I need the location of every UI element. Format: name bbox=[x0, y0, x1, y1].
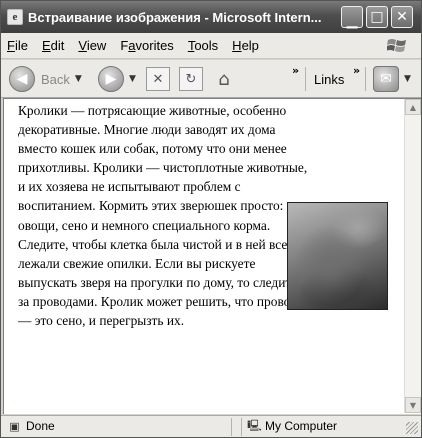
back-button[interactable]: ◀ Back ▼ bbox=[9, 66, 82, 92]
refresh-icon: ↻ bbox=[179, 67, 203, 91]
minimize-icon: ▁ bbox=[346, 13, 358, 29]
page-done-icon: ▣ bbox=[9, 420, 20, 433]
forward-arrow-icon: ▶ bbox=[98, 66, 124, 92]
computer-zone-icon: 🖳 bbox=[247, 419, 262, 432]
maximize-icon: □ bbox=[370, 9, 384, 25]
stop-icon: ✕ bbox=[146, 67, 170, 91]
forward-dropdown-icon[interactable]: ▼ bbox=[129, 74, 136, 84]
refresh-button[interactable]: ↻ bbox=[179, 67, 203, 91]
stop-button[interactable]: ✕ bbox=[146, 67, 170, 91]
status-separator bbox=[241, 418, 242, 436]
menu-help[interactable]: Help bbox=[232, 38, 259, 53]
vertical-scrollbar[interactable]: ▲ ▼ bbox=[404, 99, 421, 413]
scroll-down-icon: ▼ bbox=[409, 400, 417, 410]
menu-favorites[interactable]: Favorites bbox=[120, 38, 173, 53]
messenger-button[interactable]: ✉ ▼ bbox=[373, 66, 411, 92]
scroll-up-icon: ▲ bbox=[409, 102, 417, 112]
minimize-button[interactable]: ▁ bbox=[341, 6, 363, 29]
messenger-icon: ✉ bbox=[373, 66, 399, 92]
security-zone-text: My Computer bbox=[265, 419, 338, 433]
maximize-button[interactable]: □ bbox=[366, 6, 388, 28]
back-arrow-icon: ◀ bbox=[9, 66, 35, 92]
rabbit-photo bbox=[287, 202, 388, 310]
status-separator bbox=[231, 418, 232, 436]
scroll-up-button[interactable]: ▲ bbox=[405, 99, 421, 115]
windows-logo-icon bbox=[387, 39, 406, 52]
browser-window: e Встраивание изображения - Microsoft In… bbox=[0, 0, 422, 438]
close-button[interactable]: ✕ bbox=[391, 6, 413, 28]
page-content[interactable]: Кролики — потрясающие животные, особенно… bbox=[3, 98, 421, 414]
forward-button[interactable]: ▶ ▼ bbox=[98, 66, 136, 92]
close-icon: ✕ bbox=[396, 9, 408, 25]
article-paragraph: Кролики — потрясающие животные, особенно… bbox=[18, 103, 308, 329]
ie-page-icon: e bbox=[7, 9, 23, 25]
back-dropdown-icon[interactable]: ▼ bbox=[75, 74, 82, 84]
home-button[interactable]: ⌂ bbox=[212, 67, 236, 91]
scroll-down-button[interactable]: ▼ bbox=[405, 397, 421, 413]
toolbar-separator bbox=[365, 67, 366, 91]
window-title: Встраивание изображения - Microsoft Inte… bbox=[28, 9, 322, 25]
toolbar-separator bbox=[305, 67, 306, 91]
links-bar-label[interactable]: Links bbox=[314, 72, 344, 87]
toolbar-overflow-chevron[interactable]: » bbox=[292, 64, 299, 77]
toolbar: ◀ Back ▼ ▶ ▼ ✕ ↻ ⌂ » Links » ✉ ▼ bbox=[1, 60, 421, 98]
resize-grip-icon[interactable] bbox=[406, 422, 418, 434]
menu-tools[interactable]: Tools bbox=[188, 38, 218, 53]
messenger-dropdown-icon[interactable]: ▼ bbox=[404, 74, 411, 84]
menu-edit[interactable]: Edit bbox=[42, 38, 64, 53]
home-icon: ⌂ bbox=[218, 68, 230, 90]
title-bar[interactable]: e Встраивание изображения - Microsoft In… bbox=[1, 1, 421, 33]
status-bar: ▣ Done 🖳 My Computer bbox=[1, 415, 421, 437]
links-overflow-chevron[interactable]: » bbox=[353, 64, 360, 77]
status-text: Done bbox=[26, 419, 55, 433]
menu-file[interactable]: File bbox=[7, 38, 28, 53]
menu-view[interactable]: View bbox=[78, 38, 106, 53]
menu-bar: File Edit View Favorites Tools Help bbox=[1, 33, 421, 59]
